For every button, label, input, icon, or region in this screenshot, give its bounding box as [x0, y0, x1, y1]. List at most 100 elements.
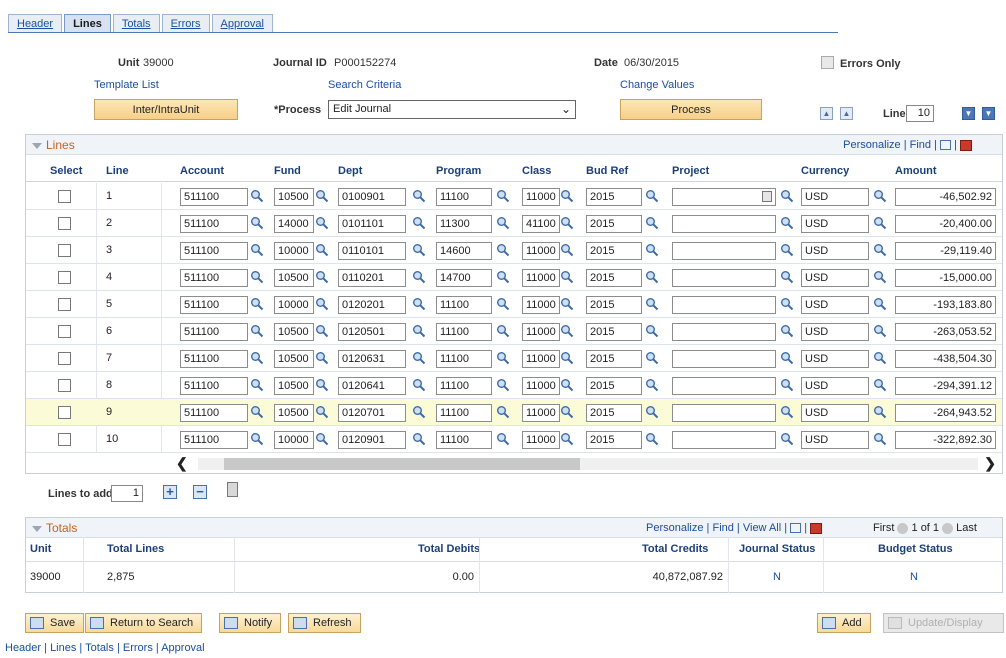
lookup-icon[interactable] — [412, 297, 426, 311]
lookup-icon[interactable] — [250, 216, 264, 230]
scroll-right-icon[interactable]: ❯ — [984, 455, 996, 472]
lookup-icon[interactable] — [780, 216, 794, 230]
program-input[interactable]: 14700 — [436, 269, 492, 287]
row-select-checkbox[interactable] — [58, 271, 71, 284]
budref-input[interactable]: 2015 — [586, 296, 642, 314]
lookup-icon[interactable] — [315, 216, 329, 230]
row-select-checkbox[interactable] — [58, 406, 71, 419]
lookup-icon[interactable] — [780, 351, 794, 365]
lookup-icon[interactable] — [496, 324, 510, 338]
budref-input[interactable]: 2015 — [586, 242, 642, 260]
class-input[interactable]: 11000 — [522, 377, 560, 395]
lookup-icon[interactable] — [412, 405, 426, 419]
lookup-icon[interactable] — [496, 243, 510, 257]
lookup-icon[interactable] — [645, 216, 659, 230]
program-input[interactable]: 14600 — [436, 242, 492, 260]
lookup-icon[interactable] — [780, 297, 794, 311]
lookup-icon[interactable] — [560, 297, 574, 311]
search-criteria-link[interactable]: Search Criteria — [328, 79, 401, 91]
budget-status-link[interactable]: N — [910, 571, 918, 583]
budref-input[interactable]: 2015 — [586, 323, 642, 341]
lookup-icon[interactable] — [412, 216, 426, 230]
project-detail-icon[interactable] — [762, 191, 772, 202]
totals-find-link[interactable]: Find — [712, 522, 733, 534]
lookup-icon[interactable] — [780, 324, 794, 338]
account-input[interactable]: 511100 — [180, 296, 248, 314]
totals-view-all-link[interactable]: View All — [743, 522, 781, 534]
last-line-icon[interactable]: ▼ — [982, 107, 995, 120]
lookup-icon[interactable] — [315, 405, 329, 419]
last-label[interactable]: Last — [956, 522, 977, 534]
lookup-icon[interactable] — [560, 216, 574, 230]
lookup-icon[interactable] — [560, 324, 574, 338]
lookup-icon[interactable] — [873, 189, 887, 203]
next-line-icon[interactable]: ▼ — [962, 107, 975, 120]
download-grid-icon[interactable] — [960, 139, 972, 151]
lookup-icon[interactable] — [645, 270, 659, 284]
project-input[interactable] — [672, 215, 776, 233]
download-grid-icon[interactable] — [810, 522, 823, 534]
lookup-icon[interactable] — [250, 189, 264, 203]
lookup-icon[interactable] — [780, 243, 794, 257]
dept-input[interactable]: 0110101 — [338, 242, 406, 260]
lookup-icon[interactable] — [412, 351, 426, 365]
lookup-icon[interactable] — [645, 432, 659, 446]
footer-link-errors[interactable]: Errors — [123, 642, 153, 654]
amount-input[interactable]: -322,892.30 — [895, 431, 996, 449]
add-row-icon[interactable]: + — [163, 485, 177, 499]
lookup-icon[interactable] — [780, 432, 794, 446]
amount-input[interactable]: -29,119.40 — [895, 242, 996, 260]
lookup-icon[interactable] — [780, 189, 794, 203]
amount-input[interactable]: -15,000.00 — [895, 269, 996, 287]
program-input[interactable]: 11100 — [436, 296, 492, 314]
errors-only-checkbox[interactable] — [821, 56, 834, 69]
row-select-checkbox[interactable] — [58, 190, 71, 203]
amount-input[interactable]: -264,943.52 — [895, 404, 996, 422]
footer-link-totals[interactable]: Totals — [85, 642, 114, 654]
currency-input[interactable]: USD — [801, 188, 869, 206]
currency-input[interactable]: USD — [801, 323, 869, 341]
amount-input[interactable]: -438,504.30 — [895, 350, 996, 368]
totals-personalize-link[interactable]: Personalize — [646, 522, 703, 534]
project-input[interactable] — [672, 188, 776, 206]
fund-input[interactable]: 10000 — [274, 431, 314, 449]
class-input[interactable]: 11000 — [522, 431, 560, 449]
tab-approval[interactable]: Approval — [211, 14, 273, 33]
program-input[interactable]: 11300 — [436, 215, 492, 233]
budref-input[interactable]: 2015 — [586, 431, 642, 449]
lookup-icon[interactable] — [560, 243, 574, 257]
program-input[interactable]: 11100 — [436, 323, 492, 341]
amount-input[interactable]: -263,053.52 — [895, 323, 996, 341]
lookup-icon[interactable] — [412, 378, 426, 392]
lookup-icon[interactable] — [496, 189, 510, 203]
lookup-icon[interactable] — [315, 297, 329, 311]
lookup-icon[interactable] — [496, 270, 510, 284]
tab-totals[interactable]: Totals — [112, 14, 160, 33]
class-input[interactable]: 41100 — [522, 215, 560, 233]
lookup-icon[interactable] — [250, 405, 264, 419]
dept-input[interactable]: 0120631 — [338, 350, 406, 368]
dept-input[interactable]: 0101101 — [338, 215, 406, 233]
row-select-checkbox[interactable] — [58, 325, 71, 338]
account-input[interactable]: 511100 — [180, 242, 248, 260]
lookup-icon[interactable] — [315, 270, 329, 284]
lookup-icon[interactable] — [560, 189, 574, 203]
lookup-icon[interactable] — [315, 351, 329, 365]
class-input[interactable]: 11000 — [522, 188, 560, 206]
budref-input[interactable]: 2015 — [586, 377, 642, 395]
totals-title[interactable]: Totals — [32, 521, 77, 535]
budref-input[interactable]: 2015 — [586, 269, 642, 287]
amount-input[interactable]: -46,502.92 — [895, 188, 996, 206]
project-input[interactable] — [672, 269, 776, 287]
fund-input[interactable]: 10500 — [274, 269, 314, 287]
row-select-checkbox[interactable] — [58, 352, 71, 365]
lookup-icon[interactable] — [780, 378, 794, 392]
lookup-icon[interactable] — [250, 378, 264, 392]
lookup-icon[interactable] — [250, 432, 264, 446]
account-input[interactable]: 511100 — [180, 188, 248, 206]
prev-arrow-icon[interactable] — [897, 522, 909, 534]
lookup-icon[interactable] — [250, 243, 264, 257]
process-button[interactable]: Process — [620, 99, 762, 120]
dept-input[interactable]: 0100901 — [338, 188, 406, 206]
lookup-icon[interactable] — [250, 324, 264, 338]
